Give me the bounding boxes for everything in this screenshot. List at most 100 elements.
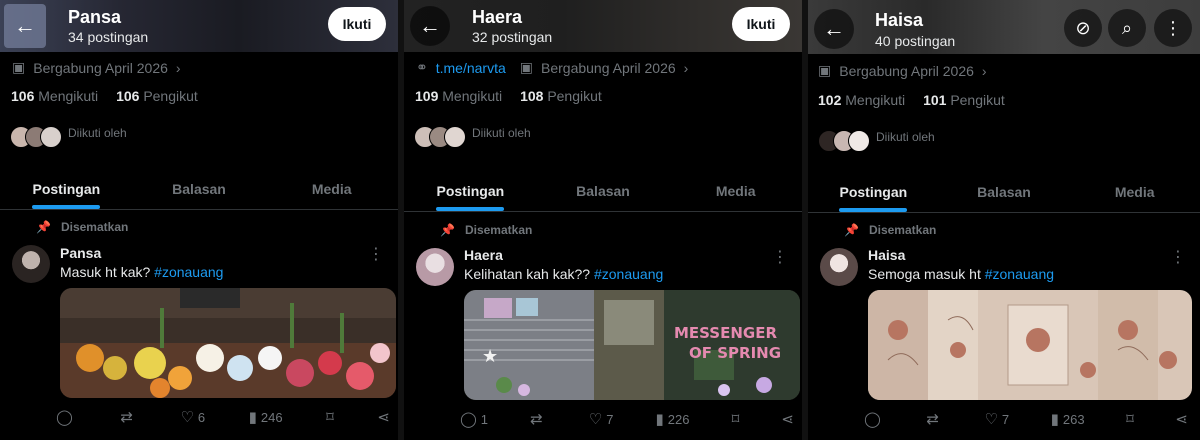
tab-media[interactable]: Media	[669, 172, 802, 211]
reply-button[interactable]: ◯	[864, 410, 885, 428]
joined-date: Bergabung April 2026	[541, 59, 676, 76]
avatar	[848, 130, 870, 152]
retweet-button[interactable]: ⇄	[530, 410, 547, 428]
follow-button[interactable]: Ikuti	[328, 7, 386, 41]
post-text: Semoga masuk ht #zonauang	[868, 266, 1054, 282]
chevron-right-icon[interactable]: ›	[684, 60, 689, 76]
more-vertical-icon[interactable]: ⋮	[1170, 247, 1186, 267]
share-button[interactable]: ⋖	[781, 410, 794, 428]
views-button[interactable]: ▮ 246	[249, 408, 283, 426]
back-button[interactable]: ←	[410, 6, 450, 46]
followed-by[interactable]: Diikuti oleh	[10, 126, 127, 148]
post-author[interactable]: Pansa	[60, 245, 101, 261]
share-icon: ⋖	[1175, 411, 1188, 428]
arrow-left-icon: ←	[14, 13, 36, 38]
profile-panel-haera: ← Haera 32 postingan Ikuti ⚭ t.me/narvta…	[404, 0, 808, 440]
share-button[interactable]: ⋖	[1175, 410, 1188, 428]
svg-text:OF SPRING: OF SPRING	[689, 344, 781, 362]
tab-replies[interactable]: Balasan	[537, 172, 670, 211]
bookmark-icon: ⌑	[1126, 411, 1134, 428]
hashtag-link[interactable]: #zonauang	[594, 266, 663, 282]
views-button[interactable]: ▮ 226	[656, 410, 690, 428]
profile-meta: ⚭ t.me/narvta ▣ Bergabung April 2026 ›	[416, 59, 688, 76]
tab-media[interactable]: Media	[265, 170, 398, 209]
post-actions: ◯ ⇄ ♡ 7 ▮ 263 ⌑ ⋖	[864, 410, 1188, 428]
followed-by-label: Diikuti oleh	[876, 130, 935, 144]
pinned-indicator: 📌 Disematkan	[844, 223, 936, 237]
avatar[interactable]	[416, 248, 454, 286]
post-image-sketches[interactable]	[868, 290, 1192, 400]
post-body: Semoga masuk ht	[868, 266, 981, 282]
chevron-right-icon[interactable]: ›	[982, 63, 987, 79]
retweet-button[interactable]: ⇄	[120, 408, 137, 426]
views-chart-icon: ▮	[248, 409, 257, 426]
post-image-collage[interactable]: MESSENGER OF SPRING ★	[464, 290, 800, 400]
pin-icon: 📌	[440, 223, 455, 237]
retweet-icon: ⇄	[926, 411, 939, 428]
post-author[interactable]: Haera	[464, 247, 503, 263]
reply-button[interactable]: ◯ 1	[460, 410, 488, 428]
profile-meta: ▣ Bergabung April 2026 ›	[818, 62, 987, 79]
like-button[interactable]: ♡ 7	[589, 410, 614, 428]
pin-icon: 📌	[36, 220, 51, 234]
followed-by[interactable]: Diikuti oleh	[818, 130, 935, 152]
reply-icon: ◯	[864, 411, 881, 428]
followed-by[interactable]: Diikuti oleh	[414, 126, 531, 148]
share-button[interactable]: ⋖	[377, 408, 390, 426]
bookmark-button[interactable]: ⌑	[732, 410, 740, 428]
search-button[interactable]: ⌕	[1108, 9, 1146, 47]
like-button[interactable]: ♡ 7	[984, 410, 1009, 428]
back-button[interactable]: ←	[4, 4, 46, 48]
heart-icon: ♡	[588, 411, 603, 428]
tab-posts[interactable]: Postingan	[808, 173, 939, 212]
reply-icon: ◯	[460, 411, 477, 428]
retweet-icon: ⇄	[530, 411, 543, 428]
like-button[interactable]: ♡ 6	[180, 408, 205, 426]
post-author[interactable]: Haisa	[868, 247, 905, 263]
avatar[interactable]	[12, 245, 50, 283]
following-stat[interactable]: 102 Mengikuti	[818, 92, 905, 108]
profile-link[interactable]: t.me/narvta	[436, 60, 506, 76]
followers-stat[interactable]: 106 Pengikut	[116, 88, 198, 104]
bookmark-button[interactable]: ⌑	[1126, 410, 1134, 428]
post-actions: ◯ ⇄ ♡ 6 ▮ 246 ⌑ ⋖	[56, 408, 390, 426]
post-image-flowers[interactable]	[60, 288, 396, 398]
profile-tabs: Postingan Balasan Media	[404, 172, 802, 212]
profile-tabs: Postingan Balasan Media	[0, 170, 398, 210]
followers-stat[interactable]: 101 Pengikut	[923, 92, 1005, 108]
pin-icon: 📌	[844, 223, 859, 237]
calendar-icon: ▣	[519, 59, 533, 75]
tab-replies[interactable]: Balasan	[939, 173, 1070, 212]
avatar[interactable]	[820, 248, 858, 286]
views-button[interactable]: ▮ 263	[1051, 410, 1085, 428]
tab-media[interactable]: Media	[1069, 173, 1200, 212]
post-count: 34 postingan	[68, 29, 149, 45]
svg-text:MESSENGER: MESSENGER	[674, 324, 777, 342]
back-button[interactable]: ←	[814, 9, 854, 49]
pinned-label: Disematkan	[464, 223, 533, 237]
tab-posts[interactable]: Postingan	[404, 172, 537, 211]
tab-replies[interactable]: Balasan	[133, 170, 266, 209]
profile-title: Haera	[472, 7, 523, 27]
followed-by-label: Diikuti oleh	[472, 126, 531, 140]
sync-slash-icon: ⊘	[1075, 17, 1091, 38]
tab-posts[interactable]: Postingan	[0, 170, 133, 209]
more-button[interactable]: ⋮	[1154, 9, 1192, 47]
followers-stat[interactable]: 108 Pengikut	[520, 88, 602, 104]
hashtag-link[interactable]: #zonauang	[985, 266, 1054, 282]
chevron-right-icon[interactable]: ›	[176, 60, 181, 76]
post-actions: ◯ 1 ⇄ ♡ 7 ▮ 226 ⌑ ⋖	[460, 410, 794, 428]
follow-stats: 109 Mengikuti 108 Pengikut	[415, 88, 616, 104]
reply-button[interactable]: ◯	[56, 408, 77, 426]
hashtag-link[interactable]: #zonauang	[154, 264, 223, 280]
arrow-left-icon: ←	[823, 16, 845, 41]
following-stat[interactable]: 109 Mengikuti	[415, 88, 502, 104]
sync-slash-button[interactable]: ⊘	[1064, 9, 1102, 47]
more-vertical-icon[interactable]: ⋮	[368, 244, 384, 264]
retweet-button[interactable]: ⇄	[926, 410, 943, 428]
more-vertical-icon[interactable]: ⋮	[772, 247, 788, 267]
follow-button[interactable]: Ikuti	[732, 7, 790, 41]
pinned-label: Disematkan	[868, 223, 937, 237]
following-stat[interactable]: 106 Mengikuti	[11, 88, 98, 104]
bookmark-button[interactable]: ⌑	[326, 408, 334, 426]
